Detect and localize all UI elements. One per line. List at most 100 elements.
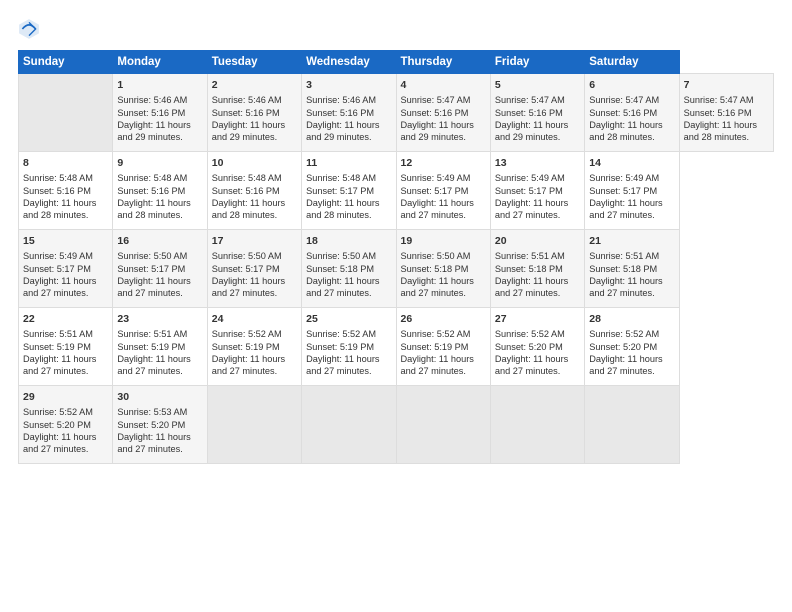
sunrise: Sunrise: 5:52 AM (589, 329, 659, 339)
header-cell-saturday: Saturday (585, 51, 679, 74)
daylight: Daylight: 11 hours and 28 minutes. (117, 198, 190, 220)
day-cell: 6Sunrise: 5:47 AMSunset: 5:16 PMDaylight… (585, 74, 679, 152)
sunset: Sunset: 5:16 PM (495, 108, 563, 118)
daylight: Daylight: 11 hours and 27 minutes. (589, 198, 662, 220)
sunset: Sunset: 5:16 PM (212, 186, 280, 196)
day-number: 28 (589, 312, 674, 326)
sunset: Sunset: 5:16 PM (589, 108, 657, 118)
sunset: Sunset: 5:19 PM (212, 342, 280, 352)
sunrise: Sunrise: 5:49 AM (401, 173, 471, 183)
day-cell (396, 386, 490, 464)
sunset: Sunset: 5:16 PM (117, 186, 185, 196)
header-cell-wednesday: Wednesday (302, 51, 396, 74)
sunrise: Sunrise: 5:49 AM (589, 173, 659, 183)
sunset: Sunset: 5:18 PM (306, 264, 374, 274)
day-cell (585, 386, 679, 464)
calendar-body: 1 Sunrise: 5:46 AM Sunset: 5:16 PM Daylight… (19, 74, 774, 464)
day-cell: 16Sunrise: 5:50 AMSunset: 5:17 PMDayligh… (113, 230, 207, 308)
sunrise: Sunrise: 5:50 AM (117, 251, 187, 261)
sunset: Sunset: 5:16 PM (117, 108, 185, 118)
sunrise: Sunrise: 5:51 AM (589, 251, 659, 261)
week-row-0: 1 Sunrise: 5:46 AM Sunset: 5:16 PM Daylight… (19, 74, 774, 152)
daylight: Daylight: 11 hours and 27 minutes. (212, 276, 285, 298)
sunset: Sunset: 5:19 PM (306, 342, 374, 352)
daylight: Daylight: 11 hours and 28 minutes. (23, 198, 96, 220)
sunset: Sunset: 5:20 PM (23, 420, 91, 430)
day-number: 10 (212, 156, 297, 170)
sunrise: Sunrise: 5:50 AM (401, 251, 471, 261)
day-cell: 3 Sunrise: 5:46 AM Sunset: 5:16 PM Daylight… (302, 74, 396, 152)
day-number: 18 (306, 234, 391, 248)
calendar-table: SundayMondayTuesdayWednesdayThursdayFrid… (18, 50, 774, 464)
daylight: Daylight: 11 hours and 28 minutes. (684, 120, 757, 142)
logo-icon (18, 18, 40, 40)
daylight: Daylight: 11 hours and 29 minutes. (306, 120, 379, 142)
page: SundayMondayTuesdayWednesdayThursdayFrid… (0, 0, 792, 612)
day-cell: 27Sunrise: 5:52 AMSunset: 5:20 PMDayligh… (490, 308, 584, 386)
sunrise: Sunrise: 5:52 AM (306, 329, 376, 339)
day-number: 19 (401, 234, 486, 248)
day-cell: 21Sunrise: 5:51 AMSunset: 5:18 PMDayligh… (585, 230, 679, 308)
week-row-1: 8 Sunrise: 5:48 AM Sunset: 5:16 PM Daylight… (19, 152, 774, 230)
week-row-2: 15Sunrise: 5:49 AMSunset: 5:17 PMDayligh… (19, 230, 774, 308)
day-cell: 14Sunrise: 5:49 AMSunset: 5:17 PMDayligh… (585, 152, 679, 230)
daylight: Daylight: 11 hours and 27 minutes. (23, 276, 96, 298)
day-number: 16 (117, 234, 202, 248)
daylight: Daylight: 11 hours and 29 minutes. (117, 120, 190, 142)
sunset: Sunset: 5:17 PM (401, 186, 469, 196)
header-cell-friday: Friday (490, 51, 584, 74)
sunset: Sunset: 5:20 PM (117, 420, 185, 430)
sunrise: Sunrise: 5:52 AM (401, 329, 471, 339)
calendar-header: SundayMondayTuesdayWednesdayThursdayFrid… (19, 51, 774, 74)
day-number: 8 (23, 156, 108, 170)
sunset: Sunset: 5:16 PM (401, 108, 469, 118)
sunrise: Sunrise: 5:46 AM (306, 95, 376, 105)
day-number: 13 (495, 156, 580, 170)
day-number: 23 (117, 312, 202, 326)
sunset: Sunset: 5:16 PM (306, 108, 374, 118)
week-row-3: 22Sunrise: 5:51 AMSunset: 5:19 PMDayligh… (19, 308, 774, 386)
daylight: Daylight: 11 hours and 29 minutes. (212, 120, 285, 142)
day-cell: 1 Sunrise: 5:46 AM Sunset: 5:16 PM Daylight… (113, 74, 207, 152)
daylight: Daylight: 11 hours and 27 minutes. (23, 432, 96, 454)
day-cell: 22Sunrise: 5:51 AMSunset: 5:19 PMDayligh… (19, 308, 113, 386)
sunrise: Sunrise: 5:46 AM (117, 95, 187, 105)
day-number: 12 (401, 156, 486, 170)
sunrise: Sunrise: 5:47 AM (589, 95, 659, 105)
sunset: Sunset: 5:17 PM (23, 264, 91, 274)
day-number: 11 (306, 156, 391, 170)
day-cell: 9Sunrise: 5:48 AMSunset: 5:16 PMDaylight… (113, 152, 207, 230)
header-row: SundayMondayTuesdayWednesdayThursdayFrid… (19, 51, 774, 74)
day-number: 17 (212, 234, 297, 248)
sunset: Sunset: 5:17 PM (495, 186, 563, 196)
day-cell: 23Sunrise: 5:51 AMSunset: 5:19 PMDayligh… (113, 308, 207, 386)
day-cell: 20Sunrise: 5:51 AMSunset: 5:18 PMDayligh… (490, 230, 584, 308)
day-cell (302, 386, 396, 464)
day-cell: 12Sunrise: 5:49 AMSunset: 5:17 PMDayligh… (396, 152, 490, 230)
daylight: Daylight: 11 hours and 27 minutes. (401, 276, 474, 298)
daylight: Daylight: 11 hours and 27 minutes. (117, 354, 190, 376)
day-number: 14 (589, 156, 674, 170)
day-cell: 4Sunrise: 5:47 AMSunset: 5:16 PMDaylight… (396, 74, 490, 152)
sunset: Sunset: 5:16 PM (23, 186, 91, 196)
daylight: Daylight: 11 hours and 27 minutes. (589, 276, 662, 298)
sunrise: Sunrise: 5:51 AM (23, 329, 93, 339)
sunset: Sunset: 5:16 PM (684, 108, 752, 118)
day-number: 29 (23, 390, 108, 404)
logo (18, 18, 44, 40)
day-number: 1 (117, 78, 202, 92)
day-number: 3 (306, 78, 391, 92)
daylight: Daylight: 11 hours and 27 minutes. (212, 354, 285, 376)
day-number: 21 (589, 234, 674, 248)
sunset: Sunset: 5:20 PM (589, 342, 657, 352)
daylight: Daylight: 11 hours and 28 minutes. (306, 198, 379, 220)
sunrise: Sunrise: 5:48 AM (306, 173, 376, 183)
sunset: Sunset: 5:20 PM (495, 342, 563, 352)
sunset: Sunset: 5:18 PM (401, 264, 469, 274)
day-cell: 8Sunrise: 5:48 AMSunset: 5:16 PMDaylight… (19, 152, 113, 230)
day-number: 15 (23, 234, 108, 248)
sunrise: Sunrise: 5:50 AM (306, 251, 376, 261)
day-number: 4 (401, 78, 486, 92)
day-number: 2 (212, 78, 297, 92)
sunrise: Sunrise: 5:51 AM (495, 251, 565, 261)
